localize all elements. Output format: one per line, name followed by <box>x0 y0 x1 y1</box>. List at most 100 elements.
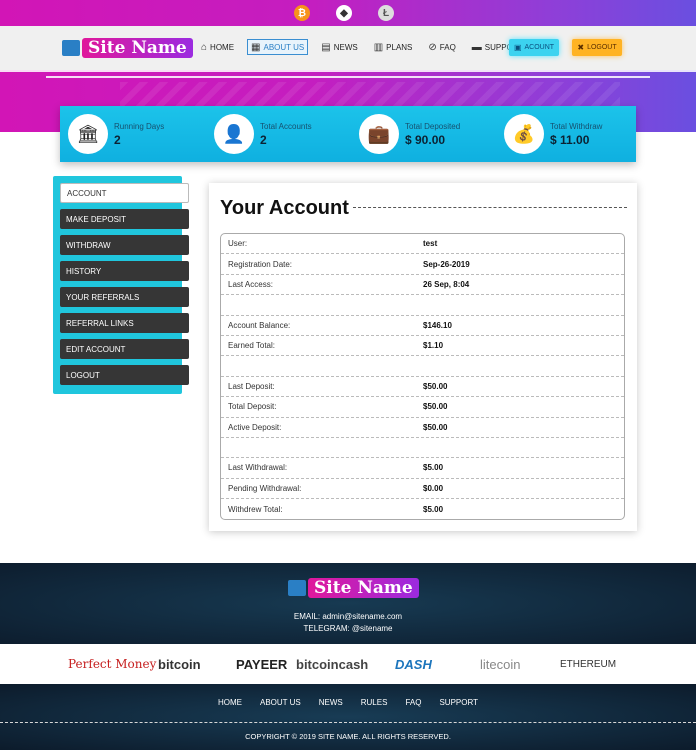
row-value: $0.00 <box>423 483 444 493</box>
table-row: Pending Withdrawal: $0.00 <box>221 479 624 500</box>
nav-faq[interactable]: ⊘ FAQ <box>425 39 458 55</box>
user-icon: 👤 <box>214 114 254 154</box>
logout-icon: ✖ <box>577 43 585 52</box>
footer: Site Name EMAIL: admin@sitename.com TELE… <box>0 563 696 644</box>
stats-bar: 🏛 Running Days 2 👤 Total Accounts 2 💼 To… <box>60 106 636 162</box>
stat-value: $ 11.00 <box>550 132 590 147</box>
paperclip-icon: ⊘ <box>428 41 437 53</box>
crypto-icons-bar: ₿ ◆ Ł <box>294 5 394 21</box>
page-title: Your Account <box>220 197 349 219</box>
sidebar-item-history[interactable]: HISTORY <box>60 261 189 281</box>
row-label: Last Deposit: <box>228 381 275 391</box>
table-row: Earned Total: $1.10 <box>221 336 624 357</box>
logo-text: Site Name <box>82 38 193 58</box>
account-sidebar: ACCOUNT MAKE DEPOSIT WITHDRAW HISTORY YO… <box>53 176 189 394</box>
row-label: Active Deposit: <box>228 422 282 432</box>
sidebar-item-logout[interactable]: LOGOUT <box>60 365 189 385</box>
logo-icon <box>288 580 306 596</box>
row-value: test <box>423 239 438 249</box>
wallet-icon: ▣ <box>513 43 522 52</box>
logo-text: Site Name <box>308 578 419 598</box>
litecoin-logo: litecoin <box>480 656 521 672</box>
row-label: Last Access: <box>228 279 273 289</box>
book-icon: ▥ <box>373 41 384 53</box>
table-row: Total Deposit: $50.00 <box>221 397 624 418</box>
stat-label: Total Deposited <box>405 121 461 131</box>
logout-button[interactable]: ✖ LOGOUT <box>572 39 622 56</box>
row-value: $50.00 <box>423 381 448 391</box>
table-row: Last Withdrawal: $5.00 <box>221 458 624 479</box>
nav-plans[interactable]: ▥ PLANS <box>371 39 416 55</box>
table-row: Last Access: 26 Sep, 8:04 <box>221 275 624 296</box>
home-icon: ⌂ <box>201 41 208 53</box>
row-value: $50.00 <box>423 402 448 412</box>
briefcase-icon: 💼 <box>359 114 399 154</box>
sidebar-item-account[interactable]: ACCOUNT <box>60 183 189 203</box>
news-icon: ▤ <box>321 41 331 53</box>
nav-about-us[interactable]: ▦ ABOUT US <box>247 39 309 55</box>
stat-value: 2 <box>260 132 267 147</box>
footer-nav-rules[interactable]: RULES <box>361 698 388 707</box>
row-value: $5.00 <box>423 463 444 473</box>
site-logo[interactable]: Site Name <box>62 38 193 58</box>
row-label: User: <box>228 239 248 249</box>
table-row: Last Deposit: $50.00 <box>221 377 624 398</box>
payment-methods: Perfect Money bitcoin PAYEER bitcoincash… <box>0 644 696 684</box>
copyright: COPYRIGHT © 2019 SITE NAME. ALL RIGHTS R… <box>245 732 451 741</box>
footer-nav: HOME ABOUT US NEWS RULES FAQ SUPPORT <box>0 698 696 707</box>
footer-logo[interactable]: Site Name <box>288 578 419 598</box>
sidebar-item-referral-links[interactable]: REFERRAL LINKS <box>60 313 189 333</box>
stat-label: Running Days <box>114 121 165 131</box>
stat-label: Total Withdraw <box>550 121 603 131</box>
coins-icon: 💰 <box>504 114 544 154</box>
stat-value: $ 90.00 <box>405 132 446 147</box>
footer-nav-home[interactable]: HOME <box>218 698 242 707</box>
sidebar-item-make-deposit[interactable]: MAKE DEPOSIT <box>60 209 189 229</box>
bitcoincash-logo: bitcoincash <box>296 656 369 672</box>
logo-icon <box>62 40 80 56</box>
chat-icon: ▬ <box>471 41 482 53</box>
stat-label: Total Accounts <box>260 121 312 131</box>
footer-nav-about-us[interactable]: ABOUT US <box>260 698 301 707</box>
info-icon: ▦ <box>251 41 261 53</box>
sidebar-item-withdraw[interactable]: WITHDRAW <box>60 235 189 255</box>
row-label: Earned Total: <box>228 341 275 351</box>
account-card: Your Account User: test Registration Date:… <box>209 183 637 531</box>
footer-telegram: TELEGRAM: @sitename <box>303 624 393 633</box>
bottom-bar: HOME ABOUT US NEWS RULES FAQ SUPPORT COP… <box>0 684 696 750</box>
footer-nav-support[interactable]: SUPPORT <box>439 698 478 707</box>
table-row <box>221 438 624 459</box>
ethereum-icon: ◆ <box>336 5 352 21</box>
account-table: User: test Registration Date: Sep-26-2019 La… <box>220 233 625 521</box>
title-divider <box>353 207 627 208</box>
nav-home[interactable]: ⌂ HOME <box>198 39 237 55</box>
table-row: Registration Date: Sep-26-2019 <box>221 254 624 275</box>
sidebar-item-edit-account[interactable]: EDIT ACCOUNT <box>60 339 189 359</box>
row-value: $50.00 <box>423 422 448 432</box>
bitcoin-logo: bitcoin <box>158 656 201 672</box>
row-value: 26 Sep, 8:04 <box>423 279 470 289</box>
row-label: Withdrew Total: <box>228 504 283 514</box>
footer-nav-news[interactable]: NEWS <box>319 698 343 707</box>
row-label: Total Deposit: <box>228 402 277 412</box>
stat-running-days: 🏛 Running Days 2 <box>68 114 164 154</box>
row-value: $146.10 <box>423 320 452 330</box>
table-row <box>221 295 624 316</box>
row-label: Registration Date: <box>228 259 293 269</box>
row-value: $1.10 <box>423 341 444 351</box>
table-row: Withdrew Total: $5.00 <box>221 499 624 519</box>
row-label: Last Withdrawal: <box>228 463 288 473</box>
stat-total-accounts: 👤 Total Accounts 2 <box>214 114 312 154</box>
footer-nav-faq[interactable]: FAQ <box>405 698 421 707</box>
divider-line <box>46 76 650 78</box>
footer-contact: EMAIL: admin@sitename.com TELEGRAM: @sit… <box>0 611 696 635</box>
litecoin-icon: Ł <box>378 5 394 21</box>
sidebar-item-referrals[interactable]: YOUR REFERRALS <box>60 287 189 307</box>
dash-logo: DASH <box>395 656 432 672</box>
row-label: Pending Withdrawal: <box>228 483 302 493</box>
account-button[interactable]: ▣ ACOUNT <box>509 39 559 56</box>
row-value: $5.00 <box>423 504 444 514</box>
nav-news[interactable]: ▤ NEWS <box>318 39 360 55</box>
stat-total-withdraw: 💰 Total Withdraw $ 11.00 <box>504 114 602 154</box>
bank-icon: 🏛 <box>68 114 108 154</box>
